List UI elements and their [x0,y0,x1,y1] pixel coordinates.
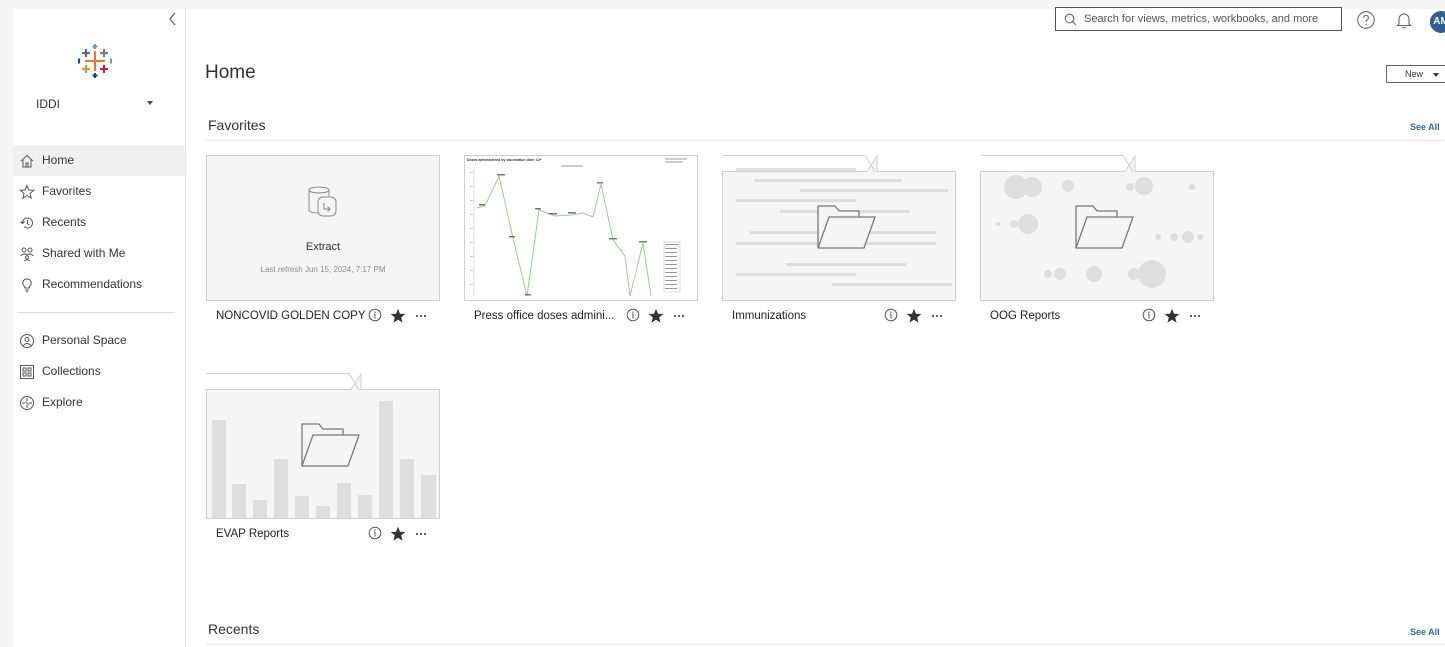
personal-space-icon [19,333,35,349]
sidebar-item-recents[interactable]: Recents [13,207,185,238]
thumbnail-subtitle: Last refresh Jun 15, 2024, 7:17 PM [260,265,386,274]
site-name: IDDI [36,97,60,111]
left-band [0,0,13,647]
card-thumbnail[interactable]: Doses administered by vaccination date: … [464,155,698,301]
caret-down-icon [1433,73,1439,77]
collapse-sidebar-icon[interactable] [166,11,182,29]
search-box[interactable] [1055,7,1342,31]
sidebar-item-personal-space[interactable]: Personal Space [13,325,185,356]
home-icon [19,153,35,169]
card-actions [368,526,432,544]
info-icon[interactable] [368,526,384,542]
sidebar-item-label: Explore [42,395,83,409]
favorite-star-icon[interactable] [906,308,922,324]
new-button[interactable]: New [1386,65,1445,83]
favorite-card: EVAP Reports [206,372,440,553]
favorites-see-all-link[interactable]: See All [1410,122,1440,132]
info-icon[interactable] [368,308,384,324]
view-preview-chart [470,158,687,297]
tableau-logo-icon [77,43,113,79]
sidebar-item-label: Collections [42,364,101,378]
favorite-card: Immunizations [722,154,956,335]
chevron-down-icon [147,101,153,105]
shared-users-icon [19,246,35,262]
new-button-label: New [1405,69,1424,79]
card-title[interactable]: OOG Reports [990,310,1060,322]
thumbnail-title: Extract [305,241,341,253]
sidebar-item-label: Favorites [42,184,92,198]
sidebar-item-shared-with-me[interactable]: Shared with Me [13,238,185,269]
sidebar: IDDI Home Favorites Recents Shared with … [13,9,186,647]
section-divider [205,644,1445,645]
more-actions-icon[interactable] [1188,308,1204,324]
more-actions-icon[interactable] [672,308,688,324]
section-divider [205,140,1445,141]
notifications-bell-icon[interactable] [1394,10,1414,30]
favorite-star-icon[interactable] [648,308,664,324]
history-icon [19,215,35,231]
card-actions [626,308,690,326]
card-actions [1142,308,1206,326]
favorites-section-title: Favorites [208,117,266,133]
search-icon [1064,13,1077,26]
card-title[interactable]: EVAP Reports [216,528,289,540]
sidebar-item-label: Shared with Me [42,246,126,260]
star-outline-icon [19,184,35,200]
card-thumbnail[interactable] [980,154,1214,301]
sidebar-item-home[interactable]: Home [13,145,185,176]
page-title: Home [205,62,256,83]
recents-see-all-link[interactable]: See All [1410,627,1440,637]
project-folder-thumbnail [206,372,440,519]
sidebar-item-collections[interactable]: Collections [13,356,185,387]
sidebar-divider [17,312,175,313]
card-title[interactable]: Press office doses admini... [474,310,614,322]
favorite-card: OOG Reports [980,154,1214,335]
card-title[interactable]: Immunizations [732,310,806,322]
favorite-star-icon[interactable] [390,526,406,542]
favorite-card: Doses administered by vaccination date: … [464,155,698,335]
more-actions-icon[interactable] [414,526,430,542]
card-actions [884,308,948,326]
info-icon[interactable] [1142,308,1158,324]
project-folder-thumbnail [722,154,956,301]
project-folder-thumbnail [980,154,1214,301]
user-avatar[interactable]: AM [1430,11,1445,33]
card-actions [368,308,432,326]
more-actions-icon[interactable] [930,308,946,324]
sidebar-item-label: Recents [42,215,87,229]
recents-section-title: Recents [208,621,260,637]
search-input[interactable] [1084,11,1336,27]
info-icon[interactable] [626,308,642,324]
lightbulb-icon [19,277,35,293]
datasource-extract-icon [304,184,340,225]
sidebar-item-label: Personal Space [42,333,127,347]
favorite-star-icon[interactable] [1164,308,1180,324]
sidebar-item-label: Recommendations [42,277,143,291]
sidebar-item-label: Home [42,153,75,167]
site-selector[interactable]: IDDI [36,97,156,117]
info-icon[interactable] [884,308,900,324]
card-thumbnail[interactable]: Extract Last refresh Jun 15, 2024, 7:17 … [206,155,440,301]
more-actions-icon[interactable] [414,308,430,324]
sidebar-item-favorites[interactable]: Favorites [13,176,185,207]
sidebar-item-explore[interactable]: Explore [13,387,185,418]
explore-icon [19,395,35,411]
sidebar-item-recommendations[interactable]: Recommendations [13,269,185,300]
collections-icon [19,364,35,380]
favorite-star-icon[interactable] [390,308,406,324]
card-thumbnail[interactable] [722,154,956,301]
help-icon[interactable] [1356,10,1376,30]
card-thumbnail[interactable] [206,372,440,519]
favorite-card: Extract Last refresh Jun 15, 2024, 7:17 … [206,155,440,335]
card-title[interactable]: NONCOVID GOLDEN COPY [216,310,366,322]
